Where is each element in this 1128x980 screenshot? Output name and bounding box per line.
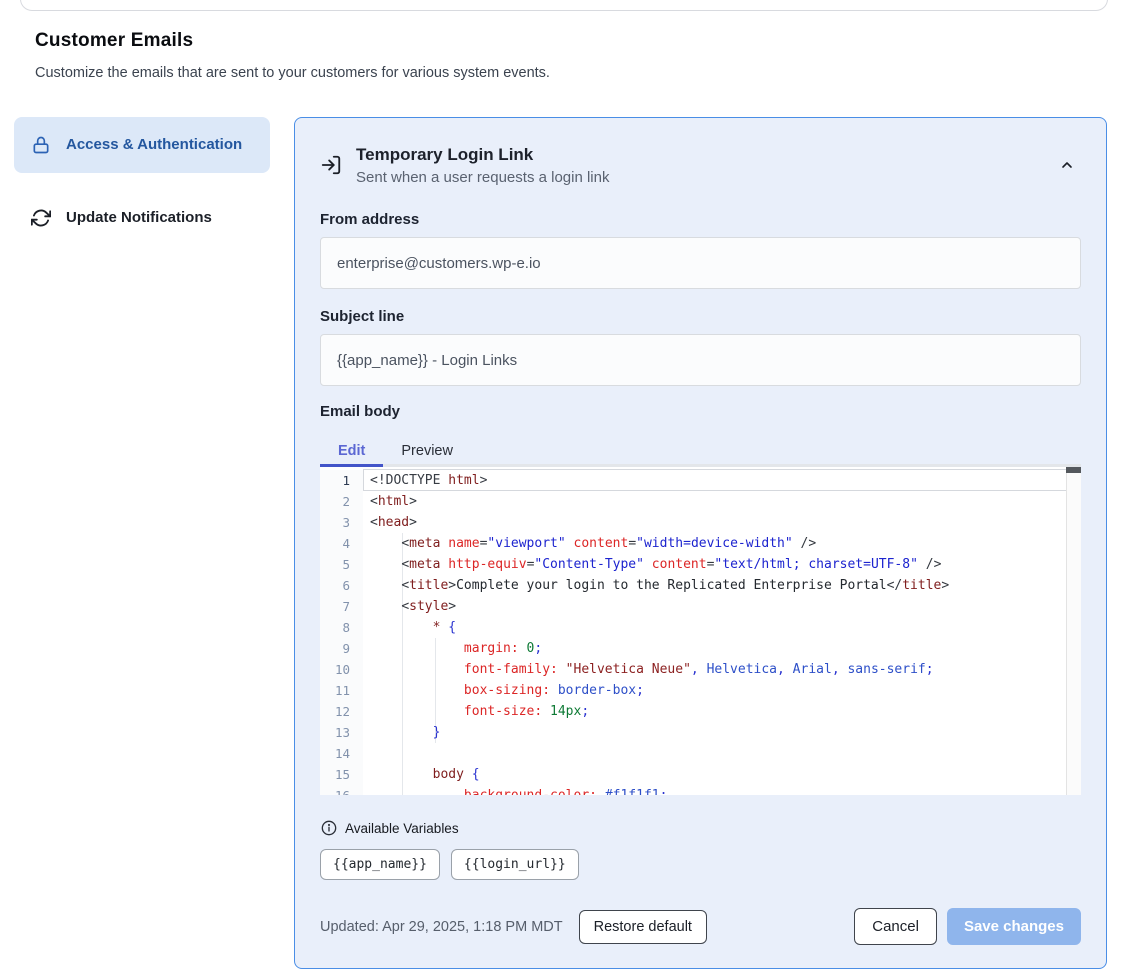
lock-icon	[30, 134, 52, 156]
code-line: <!DOCTYPE html>	[363, 470, 487, 491]
code-content: 1<!DOCTYPE html>2<html>3<head>4 <meta na…	[320, 470, 1081, 795]
tab-preview[interactable]: Preview	[383, 435, 471, 467]
subject-line-input[interactable]	[320, 334, 1081, 386]
sidebar-item-access-authentication[interactable]: Access & Authentication	[14, 117, 270, 173]
code-row[interactable]: 2<html>	[320, 491, 1081, 512]
editor-scrollbar[interactable]	[1066, 467, 1081, 795]
restore-default-button[interactable]: Restore default	[579, 910, 707, 944]
line-number: 14	[320, 743, 363, 764]
line-number: 6	[320, 575, 363, 596]
line-number: 4	[320, 533, 363, 554]
sidebar-item-label: Update Notifications	[66, 206, 212, 230]
code-line	[363, 743, 370, 764]
panel-footer: Updated: Apr 29, 2025, 1:18 PM MDT Resto…	[320, 908, 1081, 945]
save-changes-button[interactable]: Save changes	[947, 908, 1081, 945]
panel-subtitle: Sent when a user requests a login link	[356, 169, 1053, 186]
panel-title: Temporary Login Link	[356, 145, 1053, 165]
chevron-up-icon	[1059, 157, 1075, 173]
line-number: 9	[320, 638, 363, 659]
collapse-panel-button[interactable]	[1053, 151, 1081, 179]
code-line: * {	[363, 617, 456, 638]
variable-chips: {{app_name}} {{login_url}}	[320, 849, 1081, 880]
code-row[interactable]: 4 <meta name="viewport" content="width=d…	[320, 533, 1081, 554]
code-line: <meta http-equiv="Content-Type" content=…	[363, 554, 941, 575]
page-header: Customer Emails Customize the emails tha…	[0, 0, 1128, 81]
page-subtitle: Customize the emails that are sent to yo…	[35, 65, 1093, 81]
code-line: <title>Complete your login to the Replic…	[363, 575, 949, 596]
code-row[interactable]: 6 <title>Complete your login to the Repl…	[320, 575, 1081, 596]
page-title: Customer Emails	[35, 30, 1093, 52]
code-row[interactable]: 1<!DOCTYPE html>	[320, 470, 1081, 491]
email-body-tabs: Edit Preview	[320, 435, 1081, 467]
from-address-label: From address	[320, 211, 1081, 228]
editor-scrollbar-thumb[interactable]	[1066, 467, 1081, 473]
available-variables-label: Available Variables	[345, 821, 459, 836]
temporary-login-link-panel: Temporary Login Link Sent when a user re…	[294, 117, 1107, 969]
code-row[interactable]: 12 font-size: 14px;	[320, 701, 1081, 722]
code-row[interactable]: 7 <style>	[320, 596, 1081, 617]
code-line: <meta name="viewport" content="width=dev…	[363, 533, 816, 554]
code-line: box-sizing: border-box;	[363, 680, 644, 701]
code-row[interactable]: 9 margin: 0;	[320, 638, 1081, 659]
code-row[interactable]: 11 box-sizing: border-box;	[320, 680, 1081, 701]
sidebar-item-update-notifications[interactable]: Update Notifications	[14, 190, 270, 246]
code-line: }	[363, 722, 440, 743]
tab-edit[interactable]: Edit	[320, 435, 383, 467]
code-line: <style>	[363, 596, 456, 617]
previous-card-bottom-edge	[20, 0, 1108, 11]
line-number: 16	[320, 785, 363, 795]
code-row[interactable]: 5 <meta http-equiv="Content-Type" conten…	[320, 554, 1081, 575]
variable-chip[interactable]: {{login_url}}	[451, 849, 579, 880]
line-number: 15	[320, 764, 363, 785]
code-row[interactable]: 15 body {	[320, 764, 1081, 785]
line-number: 1	[320, 470, 363, 491]
code-row[interactable]: 14	[320, 743, 1081, 764]
variable-chip[interactable]: {{app_name}}	[320, 849, 440, 880]
code-row[interactable]: 16 background-color: #f1f1f1;	[320, 785, 1081, 795]
line-number: 7	[320, 596, 363, 617]
login-icon	[320, 154, 342, 176]
code-line: font-size: 14px;	[363, 701, 589, 722]
subject-line-label: Subject line	[320, 308, 1081, 325]
code-row[interactable]: 10 font-family: "Helvetica Neue", Helvet…	[320, 659, 1081, 680]
updated-timestamp: Updated: Apr 29, 2025, 1:18 PM MDT	[320, 919, 563, 935]
info-icon[interactable]	[320, 817, 337, 839]
panel-header: Temporary Login Link Sent when a user re…	[320, 145, 1081, 186]
email-body-label: Email body	[320, 403, 1081, 420]
line-number: 10	[320, 659, 363, 680]
line-number: 5	[320, 554, 363, 575]
line-number: 3	[320, 512, 363, 533]
line-number: 11	[320, 680, 363, 701]
code-line: <html>	[363, 491, 417, 512]
code-row[interactable]: 13 }	[320, 722, 1081, 743]
code-line: background-color: #f1f1f1;	[363, 785, 667, 795]
email-types-sidebar: Access & Authentication Update Notificat…	[14, 117, 270, 246]
code-line: font-family: "Helvetica Neue", Helvetica…	[363, 659, 934, 680]
code-line: <head>	[363, 512, 417, 533]
cancel-button[interactable]: Cancel	[854, 908, 937, 945]
code-line: margin: 0;	[363, 638, 542, 659]
from-address-input[interactable]	[320, 237, 1081, 289]
code-editor[interactable]: 1<!DOCTYPE html>2<html>3<head>4 <meta na…	[320, 467, 1081, 795]
line-number: 8	[320, 617, 363, 638]
code-row[interactable]: 8 * {	[320, 617, 1081, 638]
code-row[interactable]: 3<head>	[320, 512, 1081, 533]
line-number: 13	[320, 722, 363, 743]
line-number: 2	[320, 491, 363, 512]
sidebar-item-label: Access & Authentication	[66, 133, 242, 157]
code-line: body {	[363, 764, 480, 785]
refresh-icon	[30, 207, 52, 229]
line-number: 12	[320, 701, 363, 722]
